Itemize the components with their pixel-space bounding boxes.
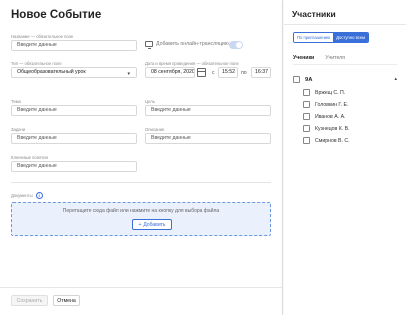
keywords-input[interactable]: Введите данные [11, 161, 137, 172]
group-checkbox[interactable] [293, 76, 300, 83]
description-label: Описание [145, 127, 165, 132]
footer-divider [0, 287, 283, 288]
list-item[interactable]: Головкин Г. Е. [303, 101, 348, 108]
student-checkbox[interactable] [303, 101, 310, 108]
list-item[interactable]: Иванов А. А. [303, 113, 346, 120]
datetime-label: Дата и время проведения — обязательное п… [145, 61, 239, 66]
save-button[interactable]: Сохранить [11, 295, 48, 306]
student-checkbox[interactable] [303, 89, 310, 96]
online-broadcast-option: Добавить онлайн-трансляцию [145, 41, 229, 49]
student-checkbox[interactable] [303, 125, 310, 132]
event-form-panel: Новое Событие Название — обязательное по… [0, 0, 283, 315]
type-label: Тип — обязательное поле [11, 61, 62, 66]
page-title: Новое Событие [11, 9, 102, 21]
time-from-label: с [212, 70, 215, 76]
time-to-input[interactable]: 16:37 [251, 67, 271, 78]
list-item[interactable]: Вржещ С. П. [303, 89, 345, 96]
cancel-button[interactable]: Отмена [53, 295, 80, 306]
description-input[interactable]: Введите данные [145, 133, 271, 144]
plus-icon: + [138, 221, 142, 228]
add-file-button[interactable]: + Добавить [132, 219, 172, 230]
name-input[interactable]: Введите данные [11, 40, 137, 51]
student-checkbox[interactable] [303, 137, 310, 144]
goal-input[interactable]: Введите данные [145, 105, 271, 116]
student-name: Кузнецов К. В. [315, 125, 350, 132]
participants-title: Участники [292, 9, 336, 19]
online-broadcast-toggle[interactable] [229, 41, 243, 49]
access-toggle: По приглашению Доступно всем [293, 32, 370, 43]
tabs-divider [293, 64, 397, 65]
participants-divider [284, 24, 406, 25]
invite-only-option[interactable]: По приглашению [294, 33, 334, 42]
online-broadcast-label: Добавить онлайн-трансляцию [156, 41, 229, 47]
topic-label: Тема [11, 99, 21, 104]
name-label: Название — обязательное поле [11, 34, 74, 39]
calendar-icon[interactable] [197, 68, 206, 77]
chevron-up-icon[interactable]: ▴ [394, 76, 397, 82]
task-label: Задачи [11, 127, 26, 132]
time-to-label: по [241, 70, 247, 76]
list-item[interactable]: Кузнецов К. В. [303, 125, 350, 132]
file-dropzone[interactable]: Перетащите сюда файл или нажмите на кноп… [11, 202, 271, 236]
add-file-label: Добавить [143, 221, 166, 228]
info-icon[interactable]: i [35, 192, 43, 199]
type-select-value: Общеобразовательный урок [17, 69, 86, 75]
documents-label-row: Документы i [11, 192, 43, 199]
available-to-all-option[interactable]: Доступно всем [333, 33, 369, 42]
student-name: Вржещ С. П. [315, 89, 346, 96]
keywords-label: Ключевые понятия [11, 155, 48, 160]
chevron-down-icon: ▾ [127, 71, 130, 77]
task-input[interactable]: Введите данные [11, 133, 137, 144]
student-name: Головкин Г. Е. [315, 101, 349, 108]
documents-label: Документы [11, 193, 33, 198]
date-input[interactable]: 08 сентября, 2020 [145, 67, 195, 78]
dropzone-text: Перетащите сюда файл или нажмите на кноп… [62, 208, 220, 214]
section-divider [11, 182, 271, 183]
group-row[interactable]: 9А ▴ [293, 76, 397, 83]
group-name: 9А [305, 76, 313, 83]
type-select[interactable]: Общеобразовательный урок ▾ [11, 67, 137, 78]
monitor-icon [145, 41, 153, 49]
topic-input[interactable]: Введите данные [11, 105, 137, 116]
student-checkbox[interactable] [303, 113, 310, 120]
participants-panel: Участники По приглашению Доступно всем У… [284, 0, 406, 315]
student-name: Смирнов В. С. [315, 137, 350, 144]
time-from-input[interactable]: 15:52 [218, 67, 238, 78]
list-item[interactable]: Смирнов В. С. [303, 137, 350, 144]
goal-label: Цель [145, 99, 155, 104]
student-name: Иванов А. А. [315, 113, 346, 120]
